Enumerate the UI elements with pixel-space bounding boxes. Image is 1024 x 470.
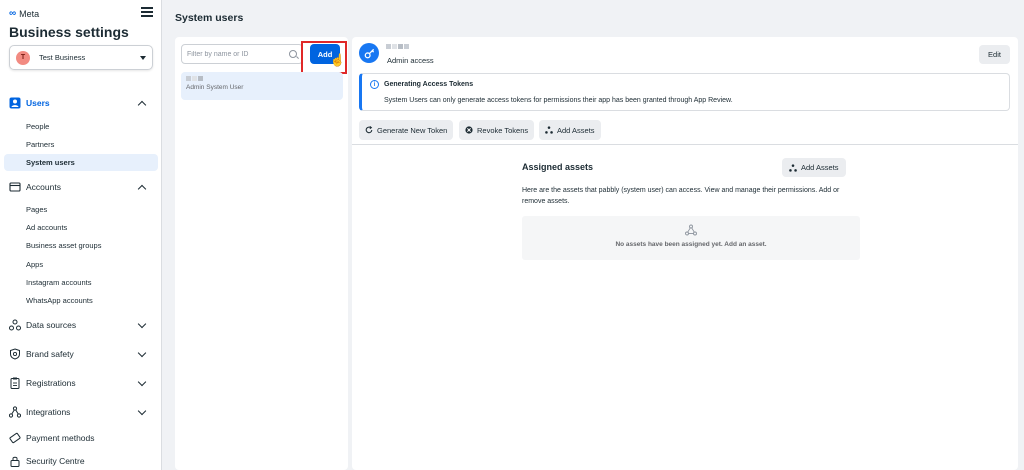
meta-infinity-icon: ∞ — [9, 8, 17, 19]
revoke-tokens-button[interactable]: Revoke Tokens — [459, 120, 535, 140]
sidebar-section-integrations[interactable]: Integrations — [0, 401, 162, 423]
add-assets-button[interactable]: Add Assets — [539, 120, 601, 140]
info-banner: i Generating Access Tokens System Users … — [359, 73, 1010, 111]
empty-assets-text: No assets have been assigned yet. Add an… — [615, 241, 767, 248]
business-name: Test Business — [39, 53, 86, 62]
sidebar-section-label: Security Centre — [26, 456, 85, 466]
sidebar-section-label: Users — [26, 98, 50, 108]
sidebar-section-data-sources[interactable]: Data sources — [0, 314, 162, 336]
data-sources-icon — [9, 319, 21, 331]
redacted-name — [186, 76, 338, 81]
sidebar-item-apps[interactable]: Apps — [4, 256, 158, 273]
divider — [352, 144, 1018, 145]
button-label: Add Assets — [557, 125, 595, 135]
sidebar-item-ad-accounts[interactable]: Ad accounts — [4, 219, 158, 236]
sidebar-item-system-users[interactable]: System users — [4, 154, 158, 171]
chevron-down-icon — [137, 377, 147, 386]
search-icon — [289, 50, 297, 58]
system-users-list-panel: Add ☝ Admin System User — [175, 37, 348, 470]
sidebar-item-whatsapp-accounts[interactable]: WhatsApp accounts — [4, 292, 158, 309]
system-user-detail-panel: Admin access Edit i Generating Access To… — [352, 37, 1018, 470]
search-input[interactable] — [187, 50, 289, 58]
assigned-assets-description: Here are the assets that pabbly (system … — [522, 187, 840, 205]
button-label: Generate New Token — [377, 125, 448, 135]
sidebar: ∞ Meta Business settings T Test Business… — [0, 0, 162, 470]
redacted-name — [386, 44, 409, 49]
business-selector[interactable]: T Test Business — [9, 45, 153, 70]
sidebar-section-brand-safety[interactable]: Brand safety — [0, 343, 162, 365]
assets-icon — [545, 126, 553, 134]
sidebar-item-partners[interactable]: Partners — [4, 136, 158, 153]
chevron-down-icon — [137, 406, 147, 415]
sidebar-section-label: Accounts — [26, 182, 61, 192]
accounts-icon — [9, 181, 21, 193]
search-field[interactable] — [181, 44, 303, 64]
chevron-down-icon — [137, 319, 147, 328]
sidebar-section-label: Registrations — [26, 378, 76, 388]
sidebar-item-pages[interactable]: Pages — [4, 201, 158, 218]
sidebar-section-payment-methods[interactable]: Payment methods — [0, 427, 162, 449]
button-label: Revoke Tokens — [477, 125, 529, 135]
business-avatar: T — [16, 50, 30, 65]
list-item[interactable]: Admin System User — [181, 72, 343, 100]
sidebar-section-registrations[interactable]: Registrations — [0, 372, 162, 394]
user-role: Admin System User — [186, 84, 244, 91]
caret-down-icon — [140, 55, 146, 60]
business-settings-title: Business settings — [9, 24, 129, 40]
assigned-assets-title: Assigned assets — [522, 162, 594, 172]
info-body: System Users can only generate access to… — [384, 97, 733, 104]
sidebar-section-accounts[interactable]: Accounts — [0, 176, 162, 198]
meta-brand-text: Meta — [19, 8, 40, 19]
info-title: Generating Access Tokens — [384, 81, 474, 88]
shield-icon — [9, 348, 21, 360]
page-title: System users — [175, 12, 244, 24]
empty-assets-state: No assets have been assigned yet. Add an… — [522, 216, 860, 260]
meta-logo: ∞ Meta — [9, 8, 39, 19]
access-level: Admin access — [387, 56, 434, 65]
chevron-down-icon — [137, 348, 147, 357]
chevron-up-icon — [137, 184, 147, 193]
assets-icon — [789, 163, 797, 172]
revoke-icon — [465, 126, 473, 134]
sidebar-item-business-asset-groups[interactable]: Business asset groups — [4, 237, 158, 254]
edit-button[interactable]: Edit — [979, 45, 1010, 64]
payment-icon — [9, 432, 21, 444]
sidebar-section-label: Data sources — [26, 320, 77, 330]
assets-outline-icon — [685, 224, 697, 236]
info-icon: i — [370, 80, 379, 89]
sidebar-item-instagram-accounts[interactable]: Instagram accounts — [4, 274, 158, 291]
sidebar-item-people[interactable]: People — [4, 118, 158, 135]
hamburger-menu-icon[interactable] — [141, 7, 153, 17]
sidebar-section-label: Integrations — [26, 407, 71, 417]
button-label: Add Assets — [801, 163, 839, 172]
sidebar-section-security-centre[interactable]: Security Centre — [0, 450, 162, 470]
sidebar-section-label: Payment methods — [26, 433, 95, 443]
key-icon — [359, 43, 379, 63]
generate-new-token-button[interactable]: Generate New Token — [359, 120, 454, 140]
lock-icon — [9, 455, 21, 467]
integrations-icon — [9, 406, 21, 418]
users-icon — [9, 97, 21, 109]
hand-cursor-icon: ☝ — [330, 53, 345, 67]
clipboard-icon — [9, 377, 21, 389]
assigned-add-assets-button[interactable]: Add Assets — [782, 158, 846, 177]
sidebar-section-users[interactable]: Users — [0, 92, 162, 114]
refresh-icon — [365, 126, 373, 134]
chevron-up-icon — [137, 100, 147, 109]
sidebar-section-label: Brand safety — [26, 349, 74, 359]
